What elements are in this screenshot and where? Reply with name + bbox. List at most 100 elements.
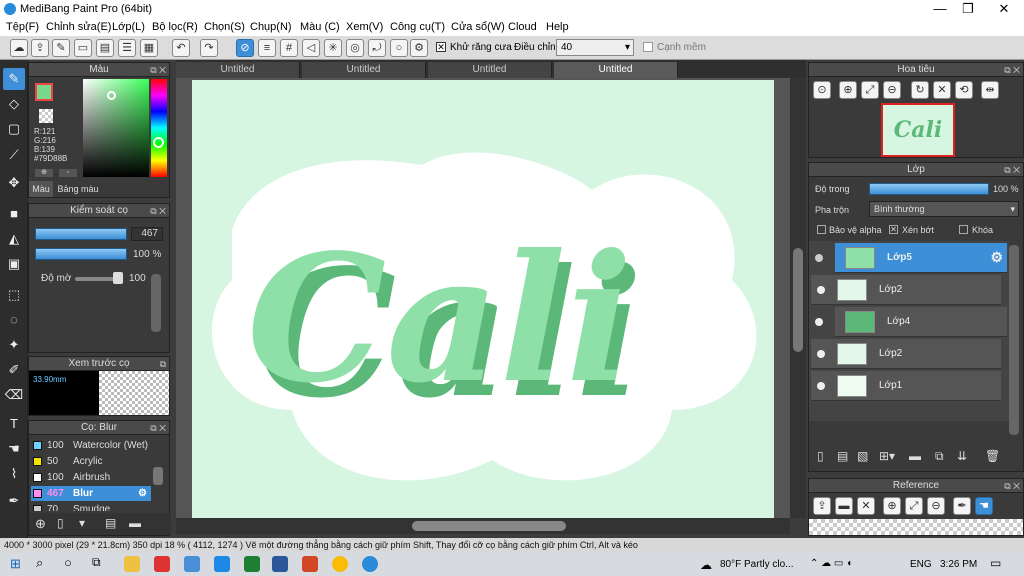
canvas-vertical-scrollbar[interactable] [790, 78, 806, 518]
chrome-icon[interactable] [332, 556, 348, 572]
reference-hand-icon[interactable]: ☚ [975, 497, 993, 515]
file-explorer-icon[interactable] [124, 556, 140, 572]
dropper-color-icon[interactable]: ◦ [59, 169, 77, 177]
new-halftone-layer-icon[interactable]: ▤ [837, 449, 848, 463]
redo-icon[interactable]: ↷ [200, 39, 218, 57]
menu-file[interactable]: Tệp(F) [6, 21, 39, 33]
language-indicator[interactable]: ENG [910, 559, 932, 570]
clipping-checkbox[interactable]: ✕ [889, 225, 898, 234]
brush-density-bar[interactable] [35, 248, 127, 260]
brush-tool-icon[interactable]: ✎ [3, 68, 25, 90]
layer-row-selected[interactable]: Lớp5 ⚙ [815, 243, 1007, 273]
cortana-icon[interactable]: ○ [64, 555, 72, 570]
visibility-eye-icon[interactable] [817, 350, 825, 358]
page-icon[interactable]: ▤ [96, 39, 114, 57]
select-pen-tool-icon[interactable]: ✐ [3, 359, 25, 381]
word-icon[interactable] [272, 556, 288, 572]
brush-size-value[interactable]: 467 [131, 227, 163, 241]
zoom-in-icon[interactable]: ⊕ [839, 81, 857, 99]
eyedropper-tool-icon[interactable]: ⌇ [3, 463, 25, 485]
bucket-tool-icon[interactable]: ◭ [3, 228, 25, 250]
new-brush-icon[interactable]: ▯ [57, 516, 64, 530]
foreground-color-swatch[interactable] [35, 83, 53, 101]
flip-icon[interactable]: ✕ [933, 81, 951, 99]
close-button[interactable]: ✕ [984, 0, 1024, 18]
opacity-slider-handle[interactable] [113, 272, 123, 284]
layer-row[interactable]: Lớp1 [811, 371, 1001, 401]
panel-float-icon[interactable]: ⧉ ✕ [150, 204, 166, 218]
dot-tool-icon[interactable]: ▢ [3, 118, 25, 140]
canvas-horizontal-scrollbar[interactable] [176, 518, 790, 534]
reference-open-icon[interactable]: ▬ [835, 497, 853, 515]
reference-cloud-icon[interactable]: ⇪ [813, 497, 831, 515]
fill-rect-tool-icon[interactable]: ■ [3, 203, 25, 225]
chat-icon[interactable]: ▭ [74, 39, 92, 57]
tab-color[interactable]: Màu [29, 181, 53, 197]
visibility-eye-icon[interactable] [817, 286, 825, 294]
menu-layer[interactable]: Lớp(L) [112, 21, 145, 33]
brush-item-selected[interactable]: 467 Blur ⚙ [31, 486, 151, 501]
tab-untitled-3[interactable]: Untitled [428, 62, 552, 78]
brush-item[interactable]: 70 Smudge [31, 502, 151, 511]
rotate-icon[interactable]: ↻ [911, 81, 929, 99]
transparent-color-swatch[interactable] [39, 109, 53, 123]
delete-layer-icon[interactable]: 🗑 [985, 449, 1000, 463]
hue-slider-handle[interactable] [153, 137, 164, 148]
search-icon[interactable]: ⌕ [36, 555, 43, 571]
navigator-thumbnail[interactable]: Cali [881, 103, 955, 157]
grid-snap-icon[interactable]: # [280, 39, 298, 57]
menu-window[interactable]: Cửa sổ(W) [451, 21, 505, 33]
panel-float-icon[interactable]: ⧉ ✕ [1004, 63, 1020, 77]
gradient-tool-icon[interactable]: ▣ [3, 253, 25, 275]
excel-icon[interactable] [244, 556, 260, 572]
tab-untitled-1[interactable]: Untitled [176, 62, 300, 78]
color-picker-cursor[interactable] [107, 91, 116, 100]
rotate-reset-icon[interactable]: ⟲ [955, 81, 973, 99]
zoom-out-icon[interactable]: ⊖ [883, 81, 901, 99]
app-red-icon[interactable] [154, 556, 170, 572]
add-color-icon[interactable]: ⊕ [35, 169, 53, 177]
layer-row[interactable]: Lớp4 [815, 307, 1007, 337]
panel-float-icon[interactable]: ⧉ [160, 357, 166, 371]
hue-slider[interactable] [151, 79, 167, 177]
notification-icon[interactable]: ▭ [990, 556, 1001, 570]
select-eraser-tool-icon[interactable]: ⌫ [3, 384, 25, 406]
maximize-button[interactable]: ❐ [948, 0, 988, 18]
flip-horizontal-icon[interactable]: ⇹ [981, 81, 999, 99]
visibility-eye-icon[interactable] [815, 254, 823, 262]
layer-list-scrollbar[interactable] [1009, 245, 1019, 435]
reference-zoom-in-icon[interactable]: ⊕ [883, 497, 901, 515]
move-tool-icon[interactable]: ✥ [3, 172, 25, 194]
drawing-canvas[interactable]: Cali Cali [192, 80, 774, 518]
layer-opacity-bar[interactable] [869, 183, 989, 195]
add-brush-cloud-icon[interactable]: ⊕ [35, 516, 46, 532]
layer-folder-icon[interactable]: ▬ [909, 449, 921, 463]
canvas-area[interactable]: Cali Cali [176, 78, 790, 518]
menu-view[interactable]: Xem(V) [346, 21, 383, 33]
blend-mode-select[interactable]: Bình thường ▾ [869, 201, 1019, 217]
zoom-reset-icon[interactable]: ⊙ [813, 81, 831, 99]
hand-tool-icon[interactable]: ☚ [3, 438, 25, 460]
menu-select[interactable]: Chọn(S) [204, 21, 245, 33]
color-picker-square[interactable] [83, 79, 149, 177]
panel-float-icon[interactable]: ⧉ ✕ [1004, 479, 1020, 493]
vertical-scroll-thumb[interactable] [793, 248, 803, 352]
brush-size-bar[interactable] [35, 228, 127, 240]
reference-fit-icon[interactable]: ⤢ [905, 497, 923, 515]
curve-snap-icon[interactable]: ⤾ [368, 39, 386, 57]
menu-tools[interactable]: Công cụ(T) [390, 21, 445, 33]
tab-palette[interactable]: Bảng màu [55, 181, 101, 197]
medibang-taskbar-icon[interactable] [362, 556, 378, 572]
lasso-tool-icon[interactable]: ◌ [3, 309, 25, 331]
new-8bit-layer-icon[interactable]: ▧ [857, 449, 868, 463]
cloud-icon[interactable]: ☁ [10, 39, 28, 57]
clock[interactable]: 3:26 PM [940, 559, 977, 570]
visibility-eye-icon[interactable] [817, 382, 825, 390]
menu-filter[interactable]: Bộ lọc(R) [152, 21, 198, 33]
menu-edit[interactable]: Chỉnh sửa(E) [46, 21, 111, 33]
pen-tool-icon[interactable]: ✒ [3, 490, 25, 512]
protect-alpha-checkbox[interactable] [817, 225, 826, 234]
layer-settings-gear-icon[interactable]: ⚙ [990, 249, 1003, 266]
parallel-snap-icon[interactable]: ≡ [258, 39, 276, 57]
horizontal-scroll-thumb[interactable] [412, 521, 566, 531]
